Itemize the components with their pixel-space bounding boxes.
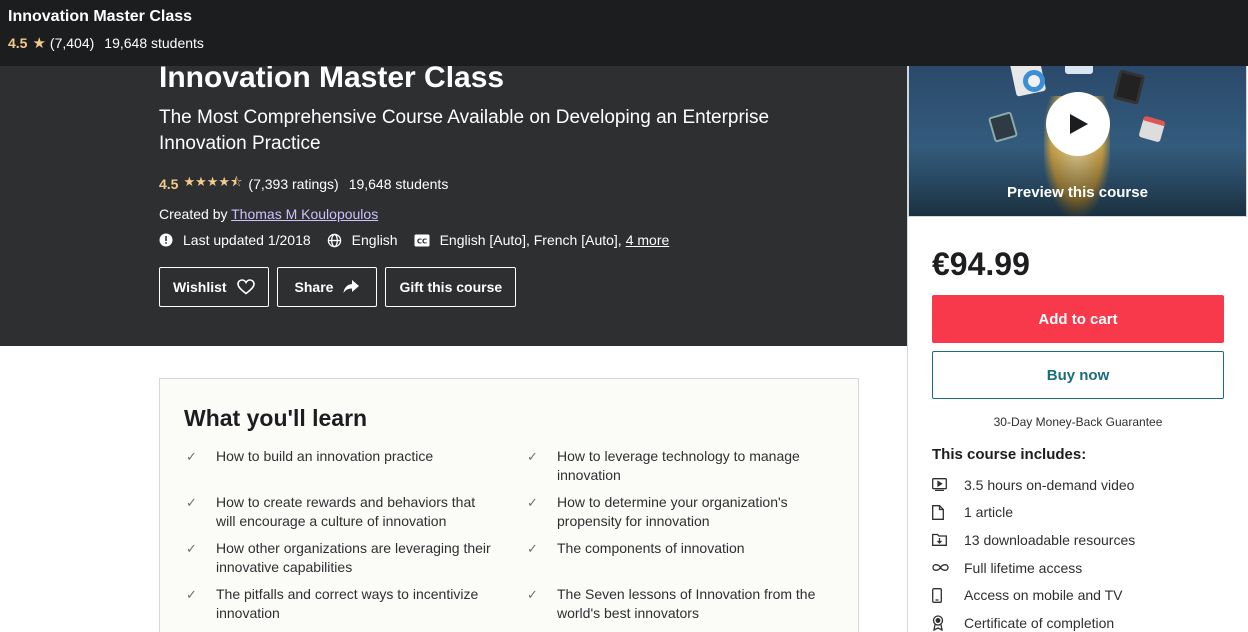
include-item: Access on mobile and TV xyxy=(932,581,1224,609)
include-label: Access on mobile and TV xyxy=(964,587,1123,604)
wishlist-button[interactable]: Wishlist xyxy=(159,267,269,307)
include-label: 3.5 hours on-demand video xyxy=(964,476,1135,493)
learn-item-text: How other organizations are leveraging t… xyxy=(216,540,491,575)
certificate-icon xyxy=(932,615,964,631)
check-icon: ✓ xyxy=(527,449,538,464)
header-rating-count[interactable]: (7,404) xyxy=(50,35,94,51)
rating-value: 4.5 xyxy=(159,176,179,192)
include-item: 13 downloadable resources xyxy=(932,526,1224,554)
learn-item-text: The pitfalls and correct ways to incenti… xyxy=(216,586,479,621)
preview-label: Preview this course xyxy=(1007,184,1148,201)
created-by: Created by Thomas M Koulopoulos xyxy=(159,206,859,222)
money-back-guarantee: 30-Day Money-Back Guarantee xyxy=(993,415,1163,429)
learn-list: ✓ How to build an innovation practice ✓ Ho… xyxy=(184,447,834,623)
hero-actions: Wishlist Share Gift this course xyxy=(159,267,859,307)
created-by-label: Created by xyxy=(159,206,228,222)
include-label: Full lifetime access xyxy=(964,559,1083,576)
notepad-graphic xyxy=(1138,115,1166,143)
include-item: Certificate of completion xyxy=(932,609,1224,632)
file-icon xyxy=(932,504,964,520)
check-icon: ✓ xyxy=(527,541,538,556)
learn-item-text: How to determine your organization's pro… xyxy=(557,494,788,529)
captions-languages: English [Auto], French [Auto], xyxy=(439,232,622,248)
play-icon xyxy=(1070,114,1088,134)
course-meta: Last updated 1/2018 English CC English [… xyxy=(159,232,859,248)
header-course-title: Innovation Master Class xyxy=(8,8,193,25)
sticky-header: Innovation Master Class 4.5 ★ (7,404) 19… xyxy=(0,0,1248,66)
learn-item: ✓ The components of innovation xyxy=(525,539,834,577)
learn-item-text: How to leverage technology to manage inn… xyxy=(557,448,800,483)
play-button[interactable] xyxy=(1046,92,1110,156)
learn-item-text: How to build an innovation practice xyxy=(216,448,434,464)
share-arrow-icon xyxy=(343,280,360,294)
check-icon: ✓ xyxy=(186,587,197,602)
learn-item: ✓ The pitfalls and correct ways to incent… xyxy=(184,585,493,623)
last-updated: Last updated 1/2018 xyxy=(183,232,311,248)
infinity-icon xyxy=(932,563,964,572)
check-icon: ✓ xyxy=(186,541,197,556)
learn-item: ✓ The Seven lessons of Innovation from th… xyxy=(525,585,834,623)
gift-course-label: Gift this course xyxy=(399,279,503,295)
header-rating-value: 4.5 xyxy=(8,35,28,51)
folder-download-icon xyxy=(932,533,964,547)
learn-item: ✓ How to build an innovation practice xyxy=(184,447,493,485)
learn-title: What you'll learn xyxy=(184,405,368,431)
course-subtitle: The Most Comprehensive Course Available … xyxy=(159,107,770,154)
include-label: 13 downloadable resources xyxy=(964,531,1136,548)
header-students: 19,648 students xyxy=(104,35,204,51)
buy-now-button[interactable]: Buy now xyxy=(932,351,1224,399)
heart-icon xyxy=(236,279,255,295)
share-label: Share xyxy=(294,279,334,295)
check-icon: ✓ xyxy=(186,449,197,464)
purchase-card: Preview this course €94.99 Add to cart B… xyxy=(907,66,1248,632)
course-language: English xyxy=(351,232,398,248)
header-rating-row: 4.5 ★ (7,404) 19,648 students xyxy=(8,34,1240,52)
closed-captions-icon: CC xyxy=(414,234,430,247)
learn-item-text: The components of innovation xyxy=(557,540,745,556)
learn-item: ✓ How to create rewards and behaviors tha… xyxy=(184,493,493,531)
star-icon: ★ xyxy=(32,35,46,52)
gift-course-button[interactable]: Gift this course xyxy=(385,267,517,307)
preview-shade xyxy=(909,146,1246,216)
check-icon: ✓ xyxy=(186,495,197,510)
instructor-link[interactable]: Thomas M Koulopoulos xyxy=(231,206,378,222)
learn-item-text: How to create rewards and behaviors that… xyxy=(216,494,476,529)
include-label: Certificate of completion xyxy=(964,614,1115,631)
rating-count[interactable]: (7,393 ratings) xyxy=(248,176,338,192)
rating-row: 4.5 ★★★★⯪ (7,393 ratings) 19,648 student… xyxy=(159,173,859,195)
learn-item: ✓ How to leverage technology to manage in… xyxy=(525,447,834,485)
include-label: 1 article xyxy=(964,504,1014,521)
course-price: €94.99 xyxy=(932,246,1030,282)
what-youll-learn: What you'll learn ✓ How to build an innov… xyxy=(159,378,859,632)
course-preview[interactable]: Preview this course xyxy=(908,66,1247,217)
learn-item: ✓ How other organizations are leveraging … xyxy=(184,539,493,577)
includes-list: 3.5 hours on-demand video 1 article 13 d… xyxy=(932,471,1224,632)
add-to-cart-button[interactable]: Add to cart xyxy=(932,295,1224,343)
svg-text:CC: CC xyxy=(416,237,426,245)
learn-item: ✓ How to determine your organization's pr… xyxy=(525,493,834,531)
star-rating-icon: ★★★★⯪ xyxy=(183,174,243,189)
check-icon: ✓ xyxy=(527,495,538,510)
learn-item-text: The Seven lessons of Innovation from the… xyxy=(557,586,816,621)
video-icon xyxy=(932,478,964,492)
alert-badge-icon xyxy=(159,233,173,247)
students-count: 19,648 students xyxy=(348,176,449,192)
globe-icon xyxy=(327,233,342,248)
include-item: Full lifetime access xyxy=(932,554,1224,582)
include-item: 3.5 hours on-demand video xyxy=(932,471,1224,499)
check-icon: ✓ xyxy=(527,587,538,602)
more-captions-link[interactable]: 4 more xyxy=(626,232,670,248)
tablet-graphic xyxy=(1112,69,1146,105)
course-title: Innovation Master Class xyxy=(159,61,505,94)
share-button[interactable]: Share xyxy=(276,267,378,307)
include-item: 1 article xyxy=(932,499,1224,527)
includes-title: This course includes: xyxy=(932,446,1087,463)
mobile-icon xyxy=(932,587,964,603)
wishlist-label: Wishlist xyxy=(173,279,227,295)
calculator-graphic xyxy=(987,111,1019,143)
laptop-graphic xyxy=(1065,66,1093,74)
chart-graphic xyxy=(1023,70,1045,92)
